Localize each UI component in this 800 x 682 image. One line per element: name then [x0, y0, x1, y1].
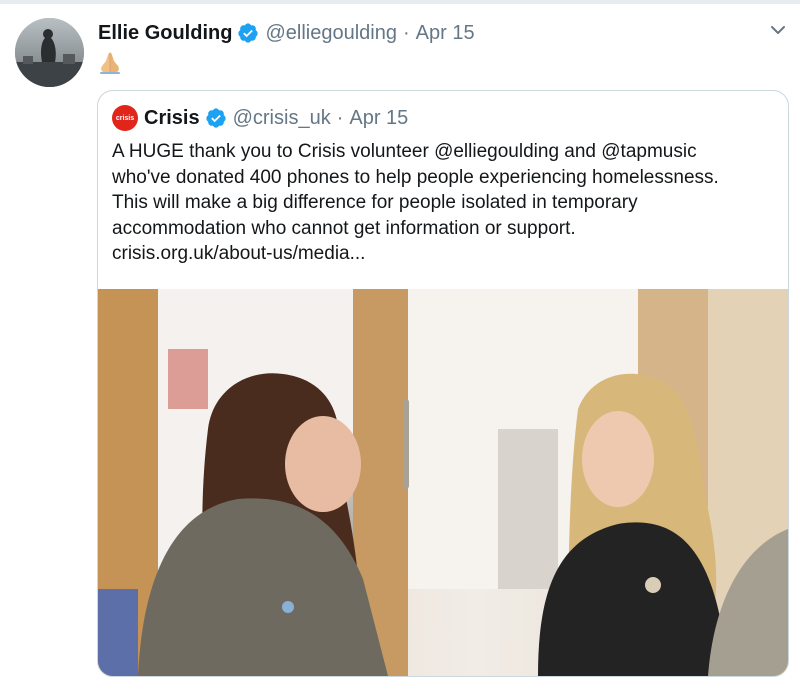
- top-divider: [0, 0, 800, 4]
- quoted-tweet-date[interactable]: Apr 15: [349, 107, 408, 130]
- quoted-text-line: This will make a big difference for peop…: [112, 192, 638, 213]
- tweet-header: Ellie Goulding @elliegoulding · Apr 15: [98, 20, 475, 46]
- chevron-down-icon[interactable]: [768, 20, 788, 40]
- quoted-text-line: A HUGE thank you to Crisis volunteer @el…: [112, 141, 697, 162]
- author-name[interactable]: Ellie Goulding: [98, 22, 232, 45]
- quoted-author-handle[interactable]: @crisis_uk: [233, 107, 331, 130]
- separator-dot: ·: [402, 21, 410, 44]
- tweet-photo[interactable]: [98, 289, 788, 676]
- avatar[interactable]: [15, 18, 84, 87]
- tweet-date[interactable]: Apr 15: [416, 22, 475, 45]
- quoted-tweet-card[interactable]: crisis Crisis @crisis_uk · Apr 15 A HUGE…: [97, 90, 789, 677]
- author-handle[interactable]: @elliegoulding: [265, 22, 397, 45]
- verified-badge-icon: [238, 23, 259, 43]
- quoted-tweet-header: crisis Crisis @crisis_uk · Apr 15: [112, 105, 408, 131]
- avatar-image: [15, 18, 84, 87]
- verified-badge-icon: [205, 108, 226, 128]
- crisis-logo-text: crisis: [115, 114, 135, 122]
- crisis-logo[interactable]: crisis: [112, 105, 138, 131]
- quoted-link[interactable]: crisis.org.uk/about-us/media...: [112, 241, 782, 267]
- quoted-text-line: who've donated 400 phones to help people…: [112, 166, 719, 188]
- praying-hands-emoji: [100, 52, 120, 74]
- quoted-author-name[interactable]: Crisis: [144, 107, 200, 130]
- quoted-text-line: accommodation who cannot get information…: [112, 217, 576, 239]
- separator-dot: ·: [336, 106, 344, 129]
- quoted-tweet-text: A HUGE thank you to Crisis volunteer @el…: [112, 139, 782, 267]
